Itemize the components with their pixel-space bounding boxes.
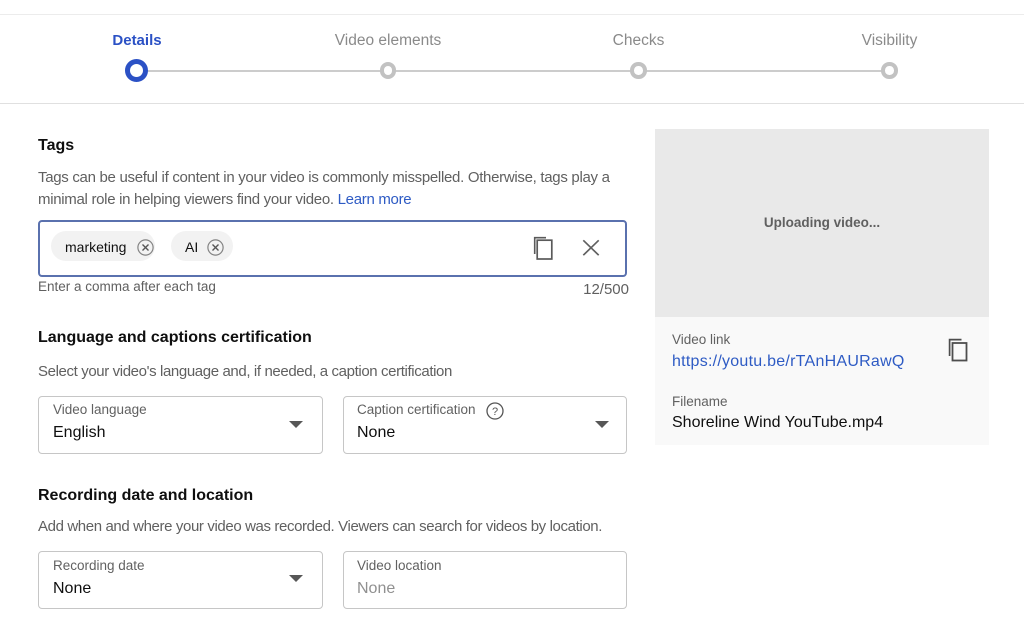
svg-text:?: ? bbox=[492, 406, 498, 418]
